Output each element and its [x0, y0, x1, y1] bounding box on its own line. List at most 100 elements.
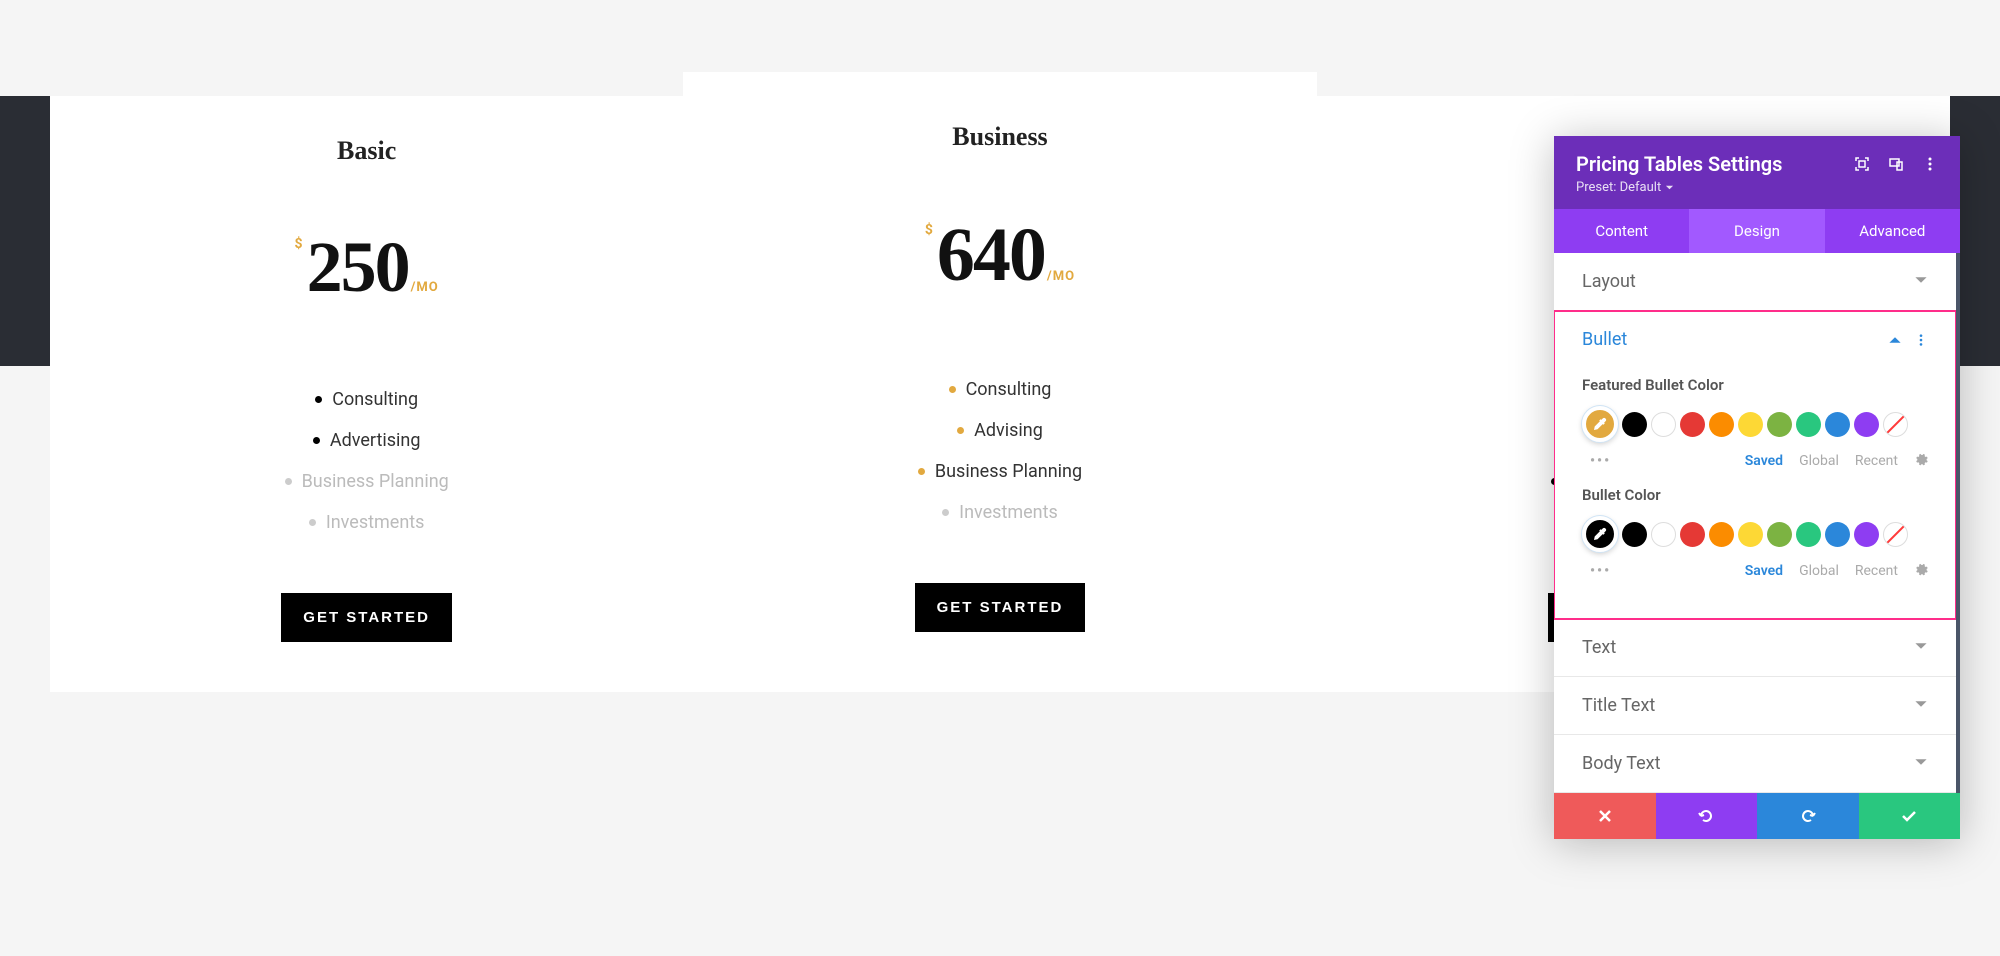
panel-header-text: Pricing Tables Settings Preset: Default — [1576, 152, 1782, 195]
section-text-title: Text — [1582, 637, 1616, 658]
link-recent[interactable]: Recent — [1855, 563, 1898, 579]
bullet-icon — [957, 427, 964, 434]
color-swatch[interactable] — [1796, 522, 1821, 547]
feature-label: Consulting — [332, 389, 418, 410]
link-saved[interactable]: Saved — [1745, 563, 1783, 579]
section-body-text-toggle[interactable]: Body Text — [1554, 735, 1956, 792]
redo-button[interactable] — [1757, 793, 1859, 839]
gear-icon[interactable] — [1914, 452, 1928, 470]
feature-list: Consulting Advising Business Planning Inves… — [713, 369, 1286, 533]
chevron-down-icon — [1914, 638, 1928, 657]
price-currency: $ — [295, 236, 303, 252]
color-swatch[interactable] — [1680, 412, 1705, 437]
panel-footer — [1554, 793, 1960, 839]
feature-label: Business Planning — [302, 471, 449, 492]
color-picker-active[interactable] — [1582, 516, 1618, 552]
color-swatch[interactable] — [1767, 412, 1792, 437]
section-bullet-title: Bullet — [1582, 329, 1627, 350]
feature-label: Consulting — [966, 379, 1052, 400]
get-started-button[interactable]: GET STARTED — [915, 583, 1086, 632]
more-icon[interactable]: ••• — [1582, 563, 1611, 579]
tab-design[interactable]: Design — [1689, 209, 1824, 253]
color-swatch[interactable] — [1622, 412, 1647, 437]
expand-icon[interactable] — [1854, 156, 1870, 172]
card-title: Basic — [80, 136, 653, 166]
color-swatch[interactable] — [1854, 522, 1879, 547]
price: $ 640 /MO — [713, 212, 1286, 299]
color-swatch[interactable] — [1796, 412, 1821, 437]
chevron-down-icon — [1914, 696, 1928, 715]
section-bullet-toggle[interactable]: Bullet — [1554, 311, 1956, 368]
section-title-text-toggle[interactable]: Title Text — [1554, 677, 1956, 734]
color-swatch[interactable] — [1738, 522, 1763, 547]
color-swatch[interactable] — [1680, 522, 1705, 547]
panel-header[interactable]: Pricing Tables Settings Preset: Default — [1554, 136, 1960, 209]
bullet-icon — [285, 478, 292, 485]
bullet-color-label: Bullet Color — [1582, 486, 1928, 504]
color-picker-active[interactable] — [1582, 406, 1618, 442]
color-swatch[interactable] — [1709, 412, 1734, 437]
feature-label: Investments — [959, 502, 1058, 523]
section-body-text: Body Text — [1554, 735, 1956, 793]
section-body-text-title: Body Text — [1582, 753, 1661, 774]
feature-item: Consulting — [80, 379, 653, 420]
bullet-meta: ••• Saved Global Recent — [1582, 562, 1928, 580]
link-saved[interactable]: Saved — [1745, 453, 1783, 469]
link-recent[interactable]: Recent — [1855, 453, 1898, 469]
color-swatch[interactable] — [1825, 412, 1850, 437]
feature-label: Business Planning — [935, 461, 1082, 482]
get-started-button[interactable]: GET STARTED — [281, 593, 452, 642]
devices-icon[interactable] — [1888, 156, 1904, 172]
color-swatch[interactable] — [1651, 522, 1676, 547]
bullet-icon — [918, 468, 925, 475]
panel-tabs: Content Design Advanced — [1554, 209, 1960, 253]
chevron-down-icon — [1665, 183, 1674, 192]
price-currency: $ — [925, 222, 933, 238]
chevron-up-icon[interactable] — [1888, 333, 1902, 347]
feature-label: Investments — [326, 512, 425, 533]
color-swatch-transparent[interactable] — [1883, 522, 1908, 547]
kebab-menu-icon[interactable] — [1922, 156, 1938, 172]
bullet-icon — [309, 519, 316, 526]
gear-icon[interactable] — [1914, 562, 1928, 580]
tab-content[interactable]: Content — [1554, 209, 1689, 253]
check-icon — [1900, 807, 1918, 825]
color-swatch[interactable] — [1854, 412, 1879, 437]
section-layout: Layout — [1554, 253, 1956, 311]
link-global[interactable]: Global — [1799, 453, 1839, 469]
panel-preset-dropdown[interactable]: Preset: Default — [1576, 180, 1782, 195]
section-layout-toggle[interactable]: Layout — [1554, 253, 1956, 310]
link-global[interactable]: Global — [1799, 563, 1839, 579]
panel-body: Layout Bullet Featured Bullet Color ••• — [1554, 253, 1960, 793]
settings-panel: Pricing Tables Settings Preset: Default … — [1554, 136, 1960, 839]
more-icon[interactable]: ••• — [1582, 453, 1611, 469]
feature-item: Investments — [80, 502, 653, 543]
save-button[interactable] — [1859, 793, 1961, 839]
bullet-icon — [942, 509, 949, 516]
price-amount: 250 — [307, 226, 409, 309]
panel-header-actions — [1854, 152, 1938, 172]
color-swatch[interactable] — [1825, 522, 1850, 547]
section-bullet-body: Featured Bullet Color ••• Saved Global R… — [1554, 376, 1956, 618]
chevron-down-icon — [1914, 754, 1928, 773]
color-swatch-transparent[interactable] — [1883, 412, 1908, 437]
price-period: /MO — [411, 280, 439, 295]
tab-advanced[interactable]: Advanced — [1825, 209, 1960, 253]
feature-item: Advertising — [80, 420, 653, 461]
section-bullet: Bullet Featured Bullet Color ••• Saved G… — [1554, 311, 1956, 619]
cancel-button[interactable] — [1554, 793, 1656, 839]
feature-label: Advising — [974, 420, 1043, 441]
feature-item: Investments — [713, 492, 1286, 533]
feature-item: Consulting — [713, 369, 1286, 410]
kebab-menu-icon[interactable] — [1914, 333, 1928, 347]
section-text-toggle[interactable]: Text — [1554, 619, 1956, 676]
color-swatch[interactable] — [1651, 412, 1676, 437]
color-swatch[interactable] — [1767, 522, 1792, 547]
color-swatch[interactable] — [1709, 522, 1734, 547]
bullet-icon — [949, 386, 956, 393]
section-bullet-actions — [1888, 333, 1928, 347]
undo-button[interactable] — [1656, 793, 1758, 839]
color-swatch[interactable] — [1622, 522, 1647, 547]
color-swatch[interactable] — [1738, 412, 1763, 437]
card-title: Business — [713, 122, 1286, 152]
